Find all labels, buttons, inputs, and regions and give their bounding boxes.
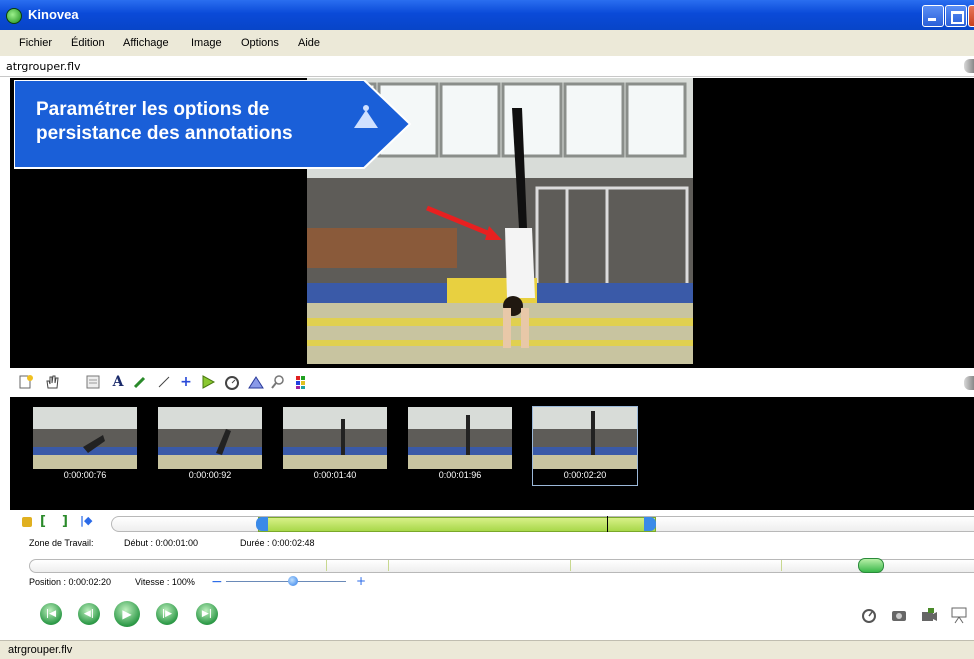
close-screen-icon[interactable]	[964, 59, 974, 73]
color-profile-icon[interactable]	[294, 374, 310, 390]
thumbnail[interactable]: 0:00:01:96	[408, 407, 512, 485]
thumbnail-time: 0:00:02:20	[563, 470, 607, 480]
keyframe-tick	[388, 560, 389, 571]
thumbnail-image	[408, 407, 512, 469]
title-bar: Kinovea	[0, 0, 974, 30]
grid-icon[interactable]	[248, 374, 264, 390]
toolbar-scroll-icon[interactable]	[964, 376, 974, 390]
text-icon[interactable]: A	[110, 374, 126, 390]
goto-last-frame-button[interactable]: ▶|	[196, 603, 218, 625]
angle-icon[interactable]	[200, 374, 216, 390]
position-track[interactable]	[29, 559, 974, 573]
keyframe-tick	[570, 560, 571, 571]
magnifier-icon[interactable]	[270, 374, 286, 390]
thumbnail-image	[158, 407, 262, 469]
thumbnail-time: 0:00:01:96	[438, 470, 482, 480]
chrono-icon[interactable]	[224, 374, 240, 390]
window-title: Kinovea	[28, 7, 79, 22]
drawing-toolbar: A +	[10, 370, 974, 396]
thumbnail[interactable]: 0:00:01:40	[283, 407, 387, 485]
line-icon[interactable]	[156, 374, 172, 390]
keyframe-tick	[781, 560, 782, 571]
thumbnail-time: 0:00:00:76	[63, 470, 107, 480]
menu-fichier[interactable]: Fichier	[19, 37, 52, 49]
snapshot-icon[interactable]	[890, 606, 908, 624]
menu-aide[interactable]: Aide	[298, 37, 320, 49]
hand-icon[interactable]	[44, 374, 60, 390]
thumbnail-time: 0:00:01:40	[313, 470, 357, 480]
file-tab-name: atrgrouper.flv	[6, 60, 81, 73]
working-zone-start: Début : 0:00:01:00	[124, 538, 199, 548]
speed-increase-icon[interactable]: +	[356, 574, 366, 588]
lock-icon[interactable]	[22, 517, 32, 527]
working-zone-cursor	[607, 516, 608, 532]
menu-bar: Fichier Édition Affichage Image Options …	[0, 30, 974, 56]
keyframe-tick	[326, 560, 327, 571]
presentation-icon[interactable]	[950, 606, 968, 624]
thumbnail-selected[interactable]: 0:00:02:20	[532, 406, 638, 486]
working-zone-range[interactable]	[258, 517, 656, 532]
previous-frame-button[interactable]: ◀|	[78, 603, 100, 625]
menu-image[interactable]: Image	[191, 37, 222, 49]
time-origin-icon[interactable]	[860, 606, 878, 624]
working-zone-start-handle[interactable]	[256, 517, 268, 531]
callout-text: Paramétrer les options de persistance de…	[36, 99, 293, 144]
working-zone-label: Zone de Travail:	[29, 538, 94, 548]
speed-slider-track[interactable]	[226, 581, 346, 582]
next-frame-button[interactable]: |▶	[156, 603, 178, 625]
speed-slider-thumb[interactable]	[288, 576, 298, 586]
save-video-icon[interactable]	[920, 606, 938, 624]
end-marker-icon[interactable]: ]	[62, 514, 68, 529]
thumbnail-image	[33, 407, 137, 469]
thumbnail-image	[283, 407, 387, 469]
menu-edition[interactable]: Édition	[71, 37, 105, 49]
pencil-icon[interactable]	[132, 374, 148, 390]
goto-first-frame-button[interactable]: |◀	[40, 603, 62, 625]
status-text: atrgrouper.flv	[8, 644, 73, 656]
thumbnail-time: 0:00:00:92	[188, 470, 232, 480]
play-button[interactable]: ▶	[114, 601, 140, 627]
menu-affichage[interactable]: Affichage	[123, 37, 169, 49]
tutorial-callout: Paramétrer les options de persistance de…	[13, 79, 414, 173]
close-button[interactable]	[968, 5, 974, 27]
speed-decrease-icon[interactable]: −	[211, 574, 223, 590]
kinovea-app-icon	[6, 8, 22, 24]
position-label: Position : 0:00:02:20	[29, 577, 112, 587]
speed-label: Vitesse : 100%	[135, 577, 195, 587]
menu-options[interactable]: Options	[241, 37, 279, 49]
working-zone-duration: Durée : 0:00:02:48	[240, 538, 315, 548]
goto-start-icon[interactable]: |◆	[80, 514, 92, 527]
thumbnail[interactable]: 0:00:00:76	[33, 407, 137, 485]
position-cursor[interactable]	[858, 558, 884, 573]
whiteboard-icon[interactable]	[85, 374, 101, 390]
thumbnail[interactable]: 0:00:00:92	[158, 407, 262, 485]
working-zone-end-handle[interactable]	[644, 517, 656, 531]
restore-button[interactable]	[945, 5, 967, 27]
minimize-button[interactable]	[922, 5, 944, 27]
thumbnail-image	[533, 407, 637, 469]
start-marker-icon[interactable]: [	[40, 514, 46, 529]
file-tab[interactable]: atrgrouper.flv	[0, 56, 974, 77]
new-keyframe-icon[interactable]	[18, 374, 34, 390]
cross-marker-icon[interactable]: +	[178, 374, 194, 390]
status-bar: atrgrouper.flv	[0, 640, 974, 659]
